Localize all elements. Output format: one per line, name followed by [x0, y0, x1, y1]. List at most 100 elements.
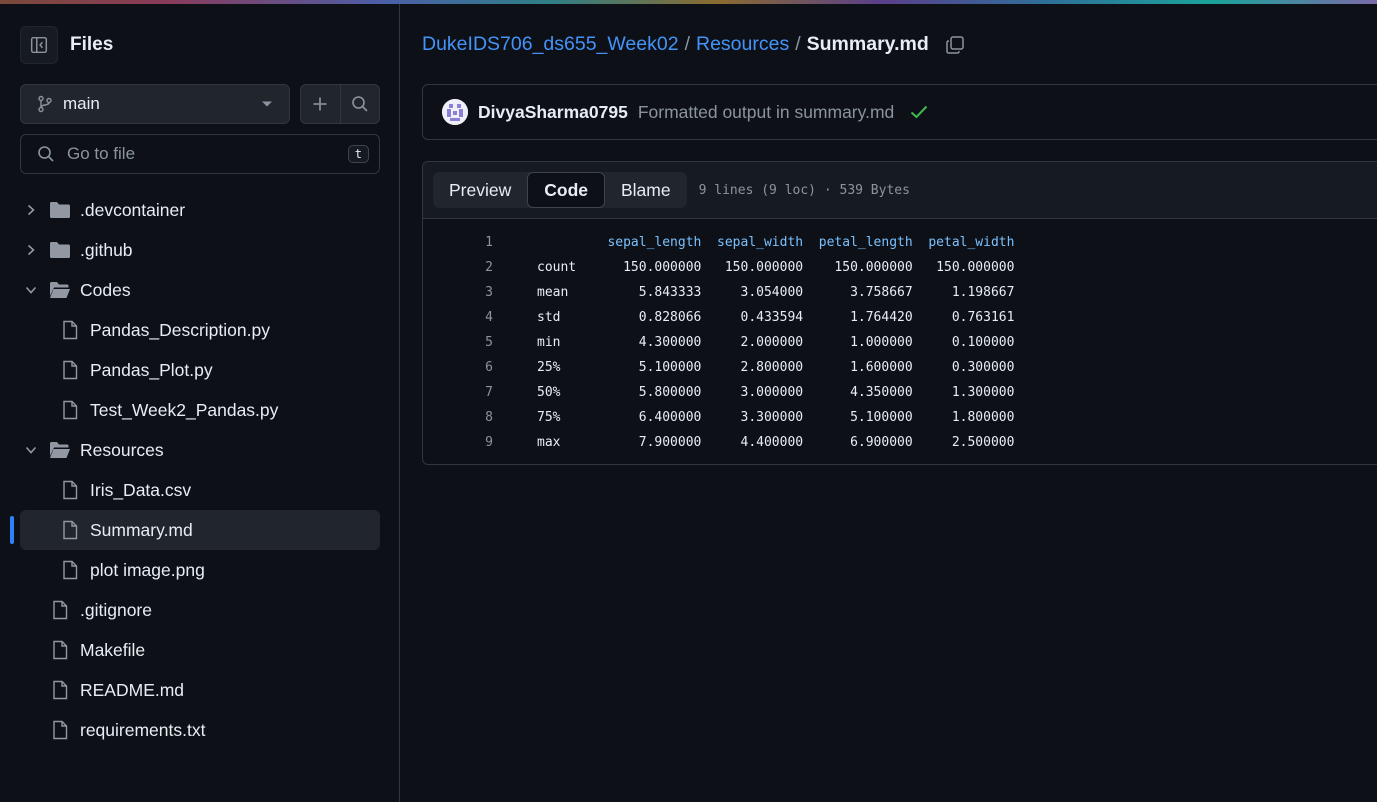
code-line: 2 count 150.000000 150.000000 150.000000 … — [423, 255, 1377, 280]
folder-icon — [49, 201, 71, 219]
shortcut-hint: t — [347, 145, 369, 163]
line-content: min 4.300000 2.000000 1.000000 0.100000 — [537, 335, 1015, 350]
tree-file-summary-md[interactable]: Summary.md — [0, 510, 400, 550]
line-number[interactable]: 9 — [423, 435, 493, 450]
file-icon — [62, 360, 78, 380]
file-icon — [62, 520, 78, 540]
tree-file-makefile[interactable]: Makefile — [0, 630, 400, 670]
avatar[interactable] — [442, 99, 468, 125]
view-mode-tabs: Preview Code Blame — [433, 172, 687, 208]
folder-icon — [49, 241, 71, 259]
search-icon — [351, 96, 368, 112]
line-number[interactable]: 7 — [423, 385, 493, 400]
breadcrumb-folder-link[interactable]: Resources — [696, 33, 789, 56]
tree-item-label: .devcontainer — [80, 199, 186, 220]
file-icon — [52, 640, 68, 660]
copy-icon — [946, 35, 964, 54]
file-icon — [52, 600, 68, 620]
tab-blame[interactable]: Blame — [605, 172, 687, 208]
sidebar-actions — [300, 84, 380, 124]
tree-file-test-week2-pandas-py[interactable]: Test_Week2_Pandas.py — [0, 390, 400, 430]
folder-open-icon — [49, 441, 71, 459]
tree-item-label: Iris_Data.csv — [90, 479, 192, 500]
line-content: std 0.828066 0.433594 1.764420 0.763161 — [537, 310, 1015, 325]
code-line: 8 75% 6.400000 3.300000 5.100000 1.800000 — [423, 405, 1377, 430]
sidebar-header: Files — [20, 25, 113, 65]
line-number[interactable]: 5 — [423, 335, 493, 350]
go-to-file-input[interactable] — [65, 143, 348, 165]
tree-folder-devcontainer[interactable]: .devcontainer — [0, 190, 400, 230]
tree-item-label: Pandas_Description.py — [90, 319, 270, 340]
chevron-down-icon[interactable] — [23, 282, 39, 298]
search-code-button[interactable] — [339, 85, 380, 123]
code-line: 9 max 7.900000 4.400000 6.900000 2.500000 — [423, 430, 1377, 455]
plus-icon — [313, 97, 327, 111]
tree-item-label: Resources — [80, 439, 164, 460]
tree-file-pandas-plot-py[interactable]: Pandas_Plot.py — [0, 350, 400, 390]
tree-file-gitignore[interactable]: .gitignore — [0, 590, 400, 630]
breadcrumb-separator: / — [684, 33, 690, 55]
line-content: 75% 6.400000 3.300000 5.100000 1.800000 — [537, 410, 1015, 425]
file-icon — [62, 480, 78, 500]
line-content: 50% 5.800000 3.000000 4.350000 1.300000 — [537, 385, 1015, 400]
chevron-right-icon[interactable] — [23, 242, 39, 258]
line-number[interactable]: 2 — [423, 260, 493, 275]
collapse-sidebar-button[interactable] — [20, 26, 58, 64]
tree-file-requirements-txt[interactable]: requirements.txt — [0, 710, 400, 750]
git-branch-icon — [38, 95, 52, 113]
check-icon — [911, 105, 928, 119]
chevron-right-icon[interactable] — [23, 202, 39, 218]
file-icon — [52, 720, 68, 740]
line-content: count 150.000000 150.000000 150.000000 1… — [537, 260, 1015, 275]
line-content: max 7.900000 4.400000 6.900000 2.500000 — [537, 435, 1015, 450]
file-tree-sidebar: Files main Go to file t .devcontainer .g… — [0, 4, 400, 802]
go-to-file-field[interactable]: t — [20, 134, 380, 174]
tree-file-readme-md[interactable]: README.md — [0, 670, 400, 710]
line-number[interactable]: 3 — [423, 285, 493, 300]
tree-file-iris-data-csv[interactable]: Iris_Data.csv — [0, 470, 400, 510]
code-line: 1 sepal_length sepal_width petal_length … — [423, 230, 1377, 255]
tree-item-label: Test_Week2_Pandas.py — [90, 399, 279, 420]
branch-name: main — [63, 94, 100, 113]
commit-author[interactable]: DivyaSharma0795 — [478, 102, 628, 123]
copy-path-button[interactable] — [945, 35, 965, 55]
file-info: 9 lines (9 loc) · 539 Bytes — [698, 182, 910, 198]
breadcrumb-separator: / — [795, 33, 801, 55]
branch-selector[interactable]: main — [20, 84, 290, 124]
chevron-down-icon[interactable] — [23, 442, 39, 458]
file-tree: .devcontainer .github Codes Pandas_Descript… — [0, 190, 400, 750]
file-icon — [62, 320, 78, 340]
line-number[interactable]: 4 — [423, 310, 493, 325]
tree-item-label: .gitignore — [80, 599, 152, 620]
code-line: 5 min 4.300000 2.000000 1.000000 0.100000 — [423, 330, 1377, 355]
tree-item-label: Pandas_Plot.py — [90, 359, 213, 380]
line-number[interactable]: 1 — [423, 235, 493, 250]
tree-item-label: Codes — [80, 279, 131, 300]
tree-folder-codes[interactable]: Codes — [0, 270, 400, 310]
tab-preview[interactable]: Preview — [433, 172, 527, 208]
tree-item-label: requirements.txt — [80, 719, 206, 740]
tree-file-plot-image-png[interactable]: plot image.png — [0, 550, 400, 590]
tree-item-label: Summary.md — [90, 519, 193, 540]
folder-open-icon — [49, 281, 71, 299]
breadcrumb-repo-link[interactable]: DukeIDS706_ds655_Week02 — [422, 33, 679, 56]
add-file-button[interactable] — [301, 85, 340, 123]
latest-commit-bar: DivyaSharma0795 Formatted output in summ… — [422, 84, 1377, 140]
code-line: 6 25% 5.100000 2.800000 1.600000 0.300000 — [423, 355, 1377, 380]
line-content: sepal_length sepal_width petal_length pe… — [537, 235, 1015, 250]
breadcrumb: DukeIDS706_ds655_Week02 / Resources / Su… — [422, 33, 965, 56]
tree-folder-resources[interactable]: Resources — [0, 430, 400, 470]
tree-item-label: Makefile — [80, 639, 146, 660]
line-number[interactable]: 8 — [423, 410, 493, 425]
file-icon — [62, 400, 78, 420]
commit-status[interactable] — [910, 105, 928, 119]
tree-folder-github[interactable]: .github — [0, 230, 400, 270]
code-lines: 1 sepal_length sepal_width petal_length … — [423, 230, 1377, 455]
tree-file-pandas-description-py[interactable]: Pandas_Description.py — [0, 310, 400, 350]
line-number[interactable]: 6 — [423, 360, 493, 375]
code-line: 3 mean 5.843333 3.054000 3.758667 1.19866… — [423, 280, 1377, 305]
commit-message[interactable]: Formatted output in summary.md — [638, 102, 894, 123]
tab-code[interactable]: Code — [527, 172, 605, 208]
tree-item-label: .github — [80, 239, 133, 260]
line-content: 25% 5.100000 2.800000 1.600000 0.300000 — [537, 360, 1015, 375]
